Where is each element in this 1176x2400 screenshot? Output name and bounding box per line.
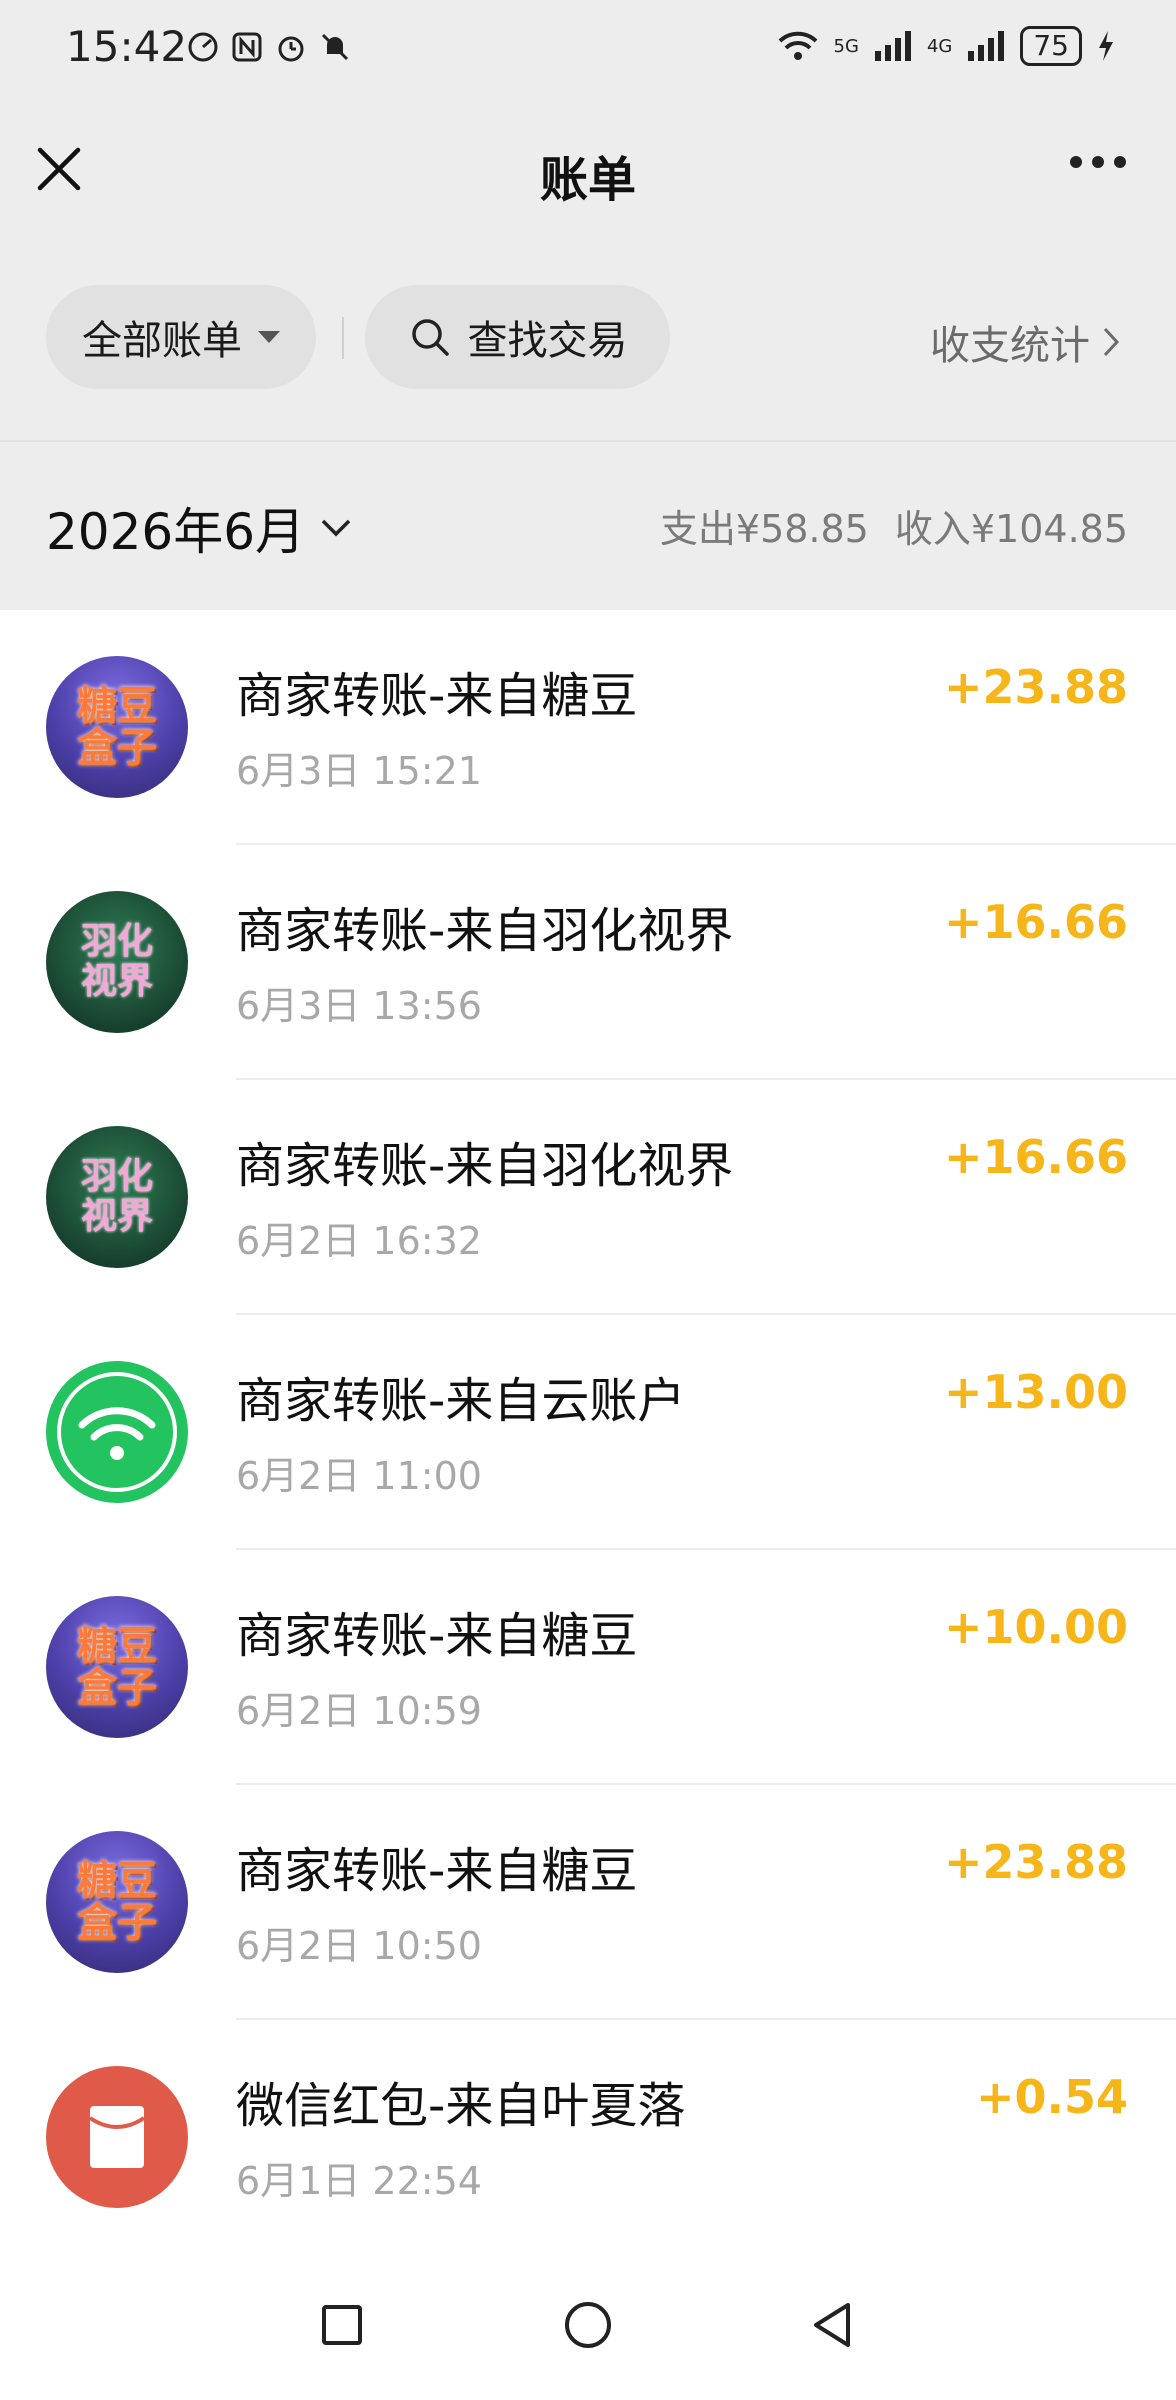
- wifi-icon: [46, 1361, 188, 1503]
- transaction-amount: +23.88: [943, 1835, 1128, 1889]
- transaction-row[interactable]: 商家转账-来自云账户 6月2日 11:00 +13.00: [0, 1315, 1176, 1550]
- more-options-icon[interactable]: [1070, 156, 1126, 168]
- merchant-avatar-candy: 糖豆 盒子: [46, 1596, 188, 1738]
- network-5g-label: 5G: [833, 35, 859, 57]
- transaction-time: 6月3日 15:21: [236, 749, 482, 793]
- all-bills-dropdown[interactable]: 全部账单: [46, 285, 316, 389]
- expense-total: 支出¥58.85: [659, 507, 869, 551]
- income-expense-stats-link[interactable]: 收支统计: [930, 313, 1122, 371]
- transaction-title: 商家转账-来自糖豆: [236, 1843, 638, 1899]
- red-packet-icon: [46, 2066, 188, 2208]
- transaction-title: 微信红包-来自叶夏落: [236, 2078, 686, 2134]
- income-total: 收入¥104.85: [894, 507, 1128, 551]
- status-bar: 15:42 5G 4G 75: [0, 0, 1176, 100]
- transaction-amount: +0.54: [975, 2070, 1128, 2124]
- transaction-time: 6月3日 13:56: [236, 984, 482, 1028]
- chevron-right-icon: [1103, 327, 1120, 357]
- signal-icon-2: [968, 31, 1005, 61]
- status-time: 15:42: [66, 22, 188, 71]
- transaction-time: 6月2日 10:59: [236, 1689, 482, 1733]
- chevron-down-icon: [321, 519, 351, 537]
- transaction-row[interactable]: 糖豆 盒子 商家转账-来自糖豆 6月2日 10:59 +10.00: [0, 1550, 1176, 1785]
- transaction-amount: +16.66: [943, 1130, 1128, 1184]
- transaction-title: 商家转账-来自糖豆: [236, 1608, 638, 1664]
- transaction-row[interactable]: 羽化 视界 商家转账-来自羽化视界 6月3日 13:56 +16.66: [0, 845, 1176, 1080]
- search-label: 查找交易: [467, 318, 628, 364]
- system-nav-bar: [0, 2250, 1176, 2400]
- merchant-avatar-yuhua: 羽化 视界: [46, 1126, 188, 1268]
- transaction-amount: +23.88: [943, 660, 1128, 714]
- charging-icon: [1099, 31, 1113, 61]
- caret-down-icon: [258, 331, 280, 343]
- month-totals: 支出¥58.85 收入¥104.85: [660, 498, 1128, 553]
- status-icons-right: 5G 4G 75: [776, 26, 1116, 66]
- transaction-title: 商家转账-来自羽化视界: [236, 903, 734, 959]
- merchant-avatar-candy: 糖豆 盒子: [46, 656, 188, 798]
- transaction-time: 6月1日 22:54: [236, 2159, 482, 2203]
- filter-row: 全部账单 查找交易 收支统计: [0, 285, 1176, 395]
- transaction-time: 6月2日 11:00: [236, 1454, 482, 1498]
- month-summary-row: 2026年6月 支出¥58.85 收入¥104.85: [0, 442, 1176, 610]
- transaction-time: 6月2日 16:32: [236, 1219, 482, 1263]
- transaction-row[interactable]: 微信红包-来自叶夏落 6月1日 22:54 +0.54: [0, 2020, 1176, 2255]
- page-title: 账单: [539, 152, 636, 208]
- transaction-amount: +13.00: [943, 1365, 1128, 1419]
- search-icon: [411, 319, 449, 356]
- transaction-time: 6月2日 10:50: [236, 1924, 482, 1968]
- nav-header: 账单: [0, 100, 1176, 240]
- transaction-row[interactable]: 糖豆 盒子 商家转账-来自糖豆 6月3日 15:21 +23.88: [0, 610, 1176, 845]
- month-label: 2026年6月: [46, 503, 306, 561]
- wifi-status-icon: [778, 31, 817, 60]
- recent-apps-icon[interactable]: [312, 2295, 372, 2355]
- transaction-title: 商家转账-来自羽化视界: [236, 1138, 734, 1194]
- transaction-amount: +16.66: [943, 895, 1128, 949]
- stats-label: 收支统计: [930, 323, 1090, 369]
- merchant-avatar-candy: 糖豆 盒子: [46, 1831, 188, 1973]
- back-icon[interactable]: [802, 2295, 862, 2355]
- network-4g-label: 4G: [926, 35, 953, 57]
- transaction-row[interactable]: 羽化 视界 商家转账-来自羽化视界 6月2日 16:32 +16.66: [0, 1080, 1176, 1315]
- battery-indicator: 75: [1020, 26, 1082, 66]
- transaction-title: 商家转账-来自云账户: [236, 1373, 686, 1429]
- home-icon[interactable]: [558, 2295, 618, 2355]
- transaction-row[interactable]: 糖豆 盒子 商家转账-来自糖豆 6月2日 10:50 +23.88: [0, 1785, 1176, 2020]
- nfc-icon: [232, 32, 262, 62]
- status-icons-left: [186, 30, 352, 64]
- month-selector[interactable]: 2026年6月: [46, 492, 353, 564]
- transaction-amount: +10.00: [943, 1600, 1128, 1654]
- alarm-icon: [278, 36, 304, 62]
- merchant-avatar-yuhua: 羽化 视界: [46, 891, 188, 1033]
- speedometer-icon: [188, 32, 218, 62]
- transaction-list: 糖豆 盒子 商家转账-来自糖豆 6月3日 15:21 +23.88 羽化 视界 商家…: [0, 610, 1176, 2255]
- all-bills-label: 全部账单: [82, 318, 242, 364]
- search-transactions-button[interactable]: 查找交易: [365, 285, 670, 389]
- filter-divider: [342, 317, 344, 359]
- transaction-title: 商家转账-来自糖豆: [236, 668, 638, 724]
- signal-icon: [874, 31, 911, 61]
- mute-icon: [321, 33, 349, 61]
